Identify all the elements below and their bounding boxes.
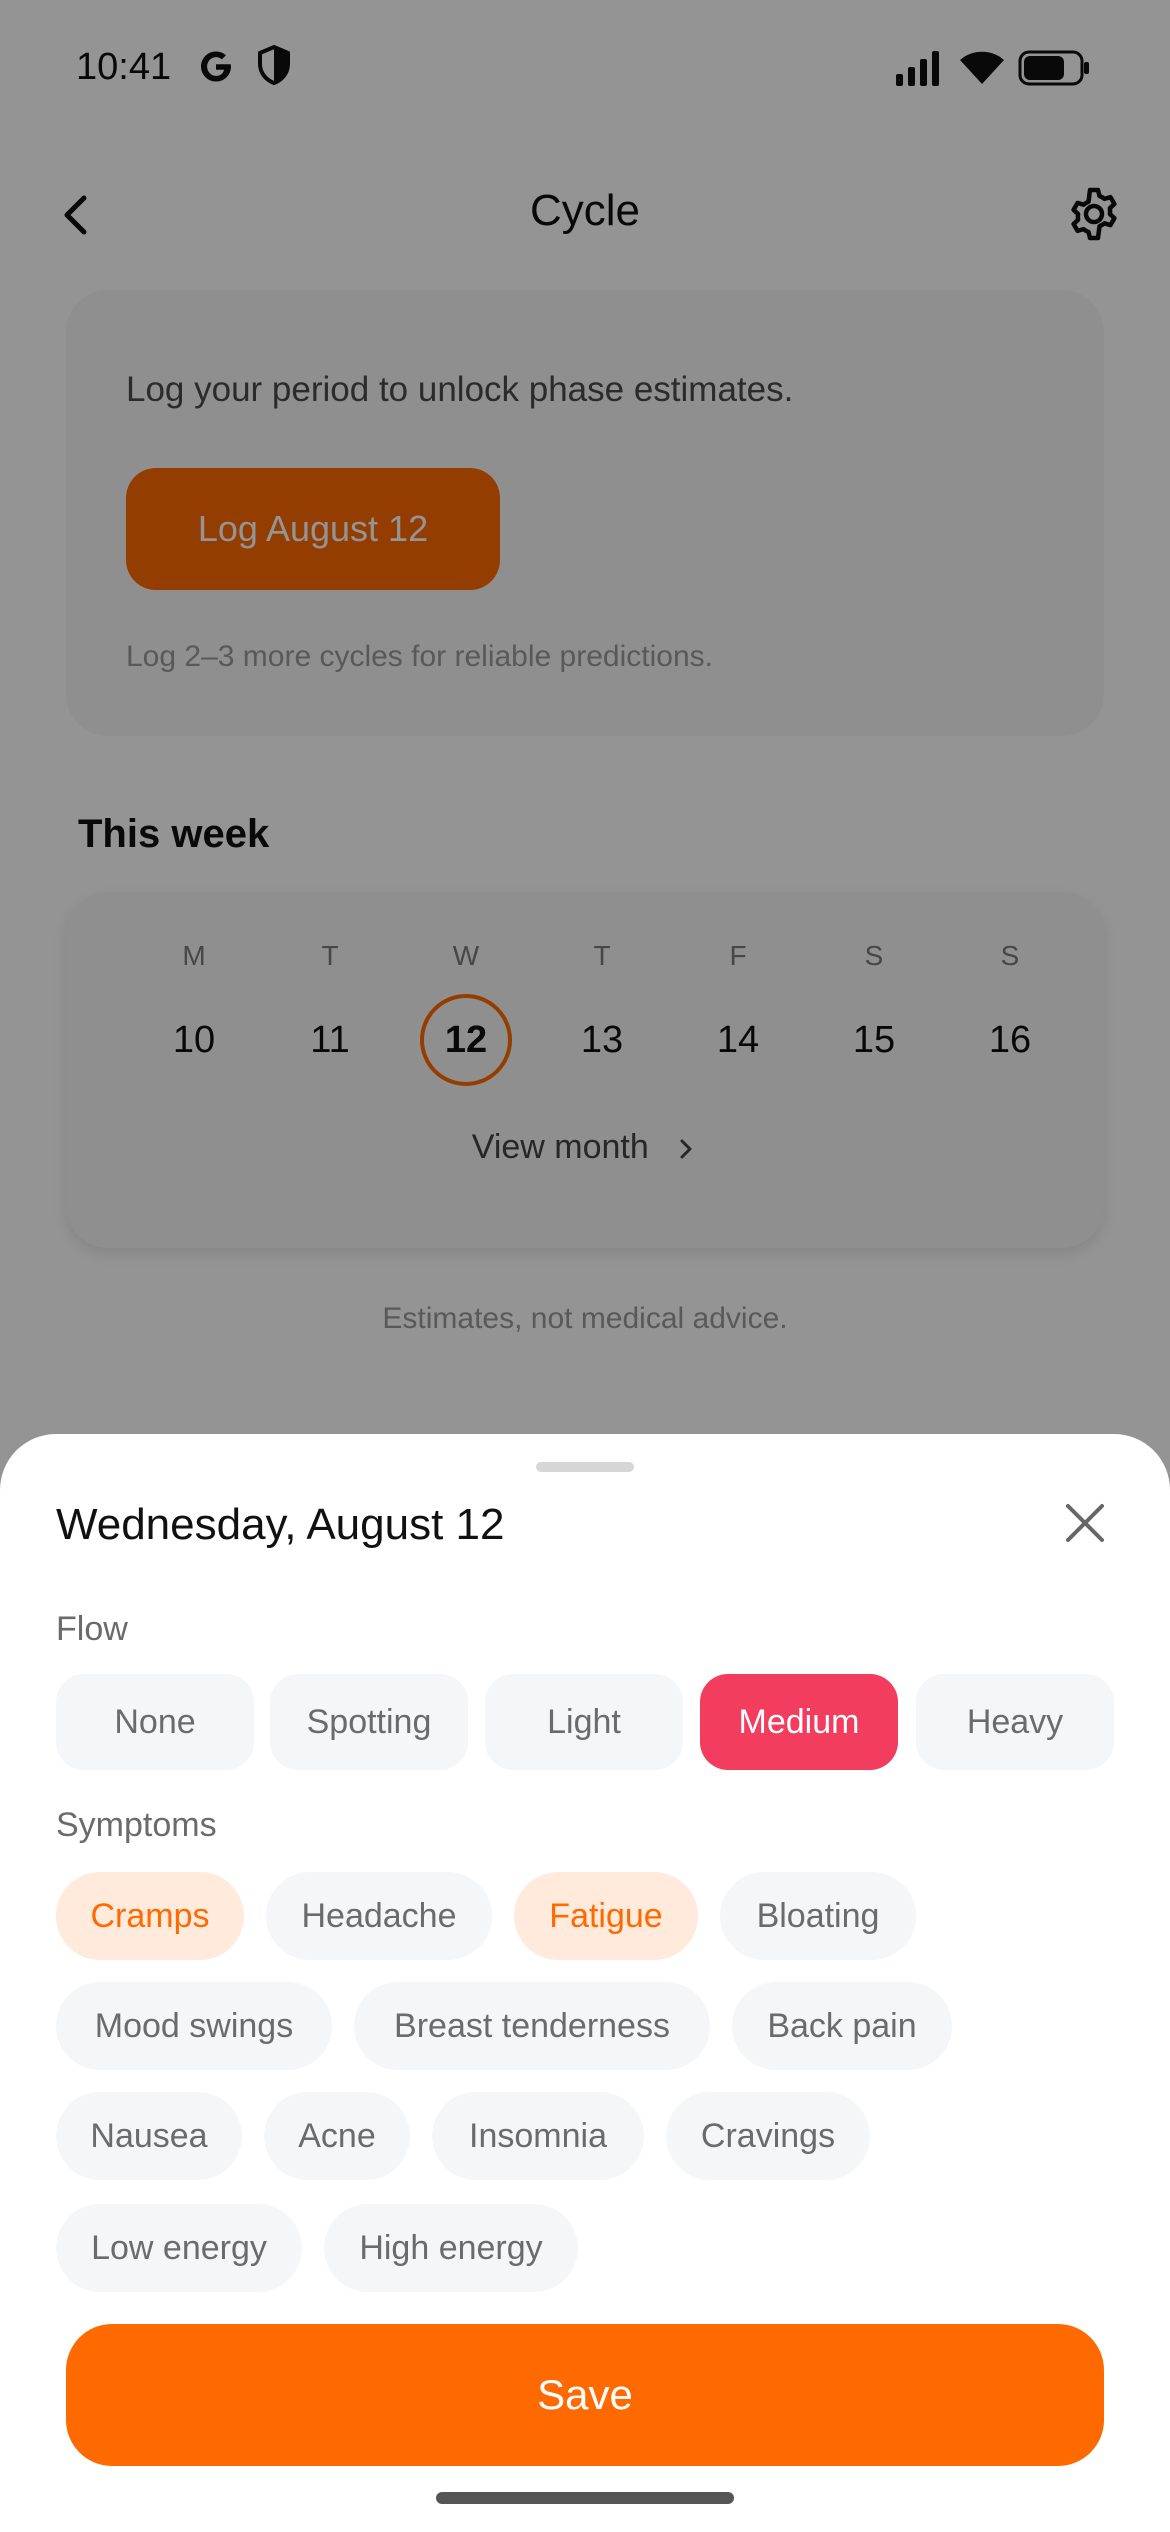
close-icon[interactable] xyxy=(1062,1500,1108,1546)
symptom-chip-cravings[interactable]: Cravings xyxy=(666,2092,870,2180)
symptom-chip-bloating[interactable]: Bloating xyxy=(720,1872,916,1960)
symptom-chip-acne[interactable]: Acne xyxy=(264,2092,410,2180)
symptom-chip-mood-swings[interactable]: Mood swings xyxy=(56,1982,332,2070)
symptom-chip-back-pain[interactable]: Back pain xyxy=(732,1982,952,2070)
symptom-chip-fatigue[interactable]: Fatigue xyxy=(514,1872,698,1960)
symptom-chip-nausea[interactable]: Nausea xyxy=(56,2092,242,2180)
home-indicator[interactable] xyxy=(436,2492,734,2504)
symptom-chip-cramps[interactable]: Cramps xyxy=(56,1872,244,1960)
symptom-chip-low-energy[interactable]: Low energy xyxy=(56,2204,302,2292)
day-log-sheet: Wednesday, August 12 Flow None Spotting … xyxy=(0,1434,1170,2532)
flow-option-light[interactable]: Light xyxy=(485,1674,683,1770)
sheet-title: Wednesday, August 12 xyxy=(56,1500,505,1549)
symptom-chip-breast-tenderness[interactable]: Breast tenderness xyxy=(354,1982,710,2070)
symptoms-label: Symptoms xyxy=(56,1806,217,1844)
flow-option-none[interactable]: None xyxy=(56,1674,254,1770)
flow-option-medium[interactable]: Medium xyxy=(700,1674,898,1770)
sheet-grabber[interactable] xyxy=(536,1462,634,1472)
save-button[interactable]: Save xyxy=(66,2324,1104,2466)
flow-label: Flow xyxy=(56,1610,128,1648)
flow-option-heavy[interactable]: Heavy xyxy=(916,1674,1114,1770)
symptom-chip-insomnia[interactable]: Insomnia xyxy=(432,2092,644,2180)
symptom-chip-high-energy[interactable]: High energy xyxy=(324,2204,578,2292)
flow-option-spotting[interactable]: Spotting xyxy=(270,1674,468,1770)
symptom-chip-headache[interactable]: Headache xyxy=(266,1872,492,1960)
